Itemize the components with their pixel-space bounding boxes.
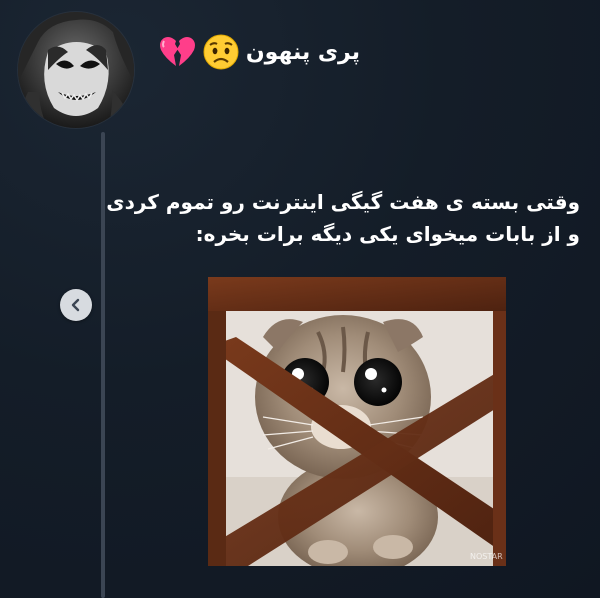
thread-connector-line xyxy=(101,132,105,598)
masked-character-avatar-icon xyxy=(18,12,134,128)
kitten-photo: NOSTAR xyxy=(208,277,506,566)
avatar[interactable] xyxy=(18,12,134,128)
photo-watermark: NOSTAR xyxy=(470,552,503,561)
author-display-name: پری پنهون xyxy=(245,39,360,65)
tweet-text: وقتی بسته ی هفت گیگی اینترنت رو تموم کرد… xyxy=(106,186,580,250)
chevron-left-icon xyxy=(71,298,80,312)
tweet-text-line-1: وقتی بسته ی هفت گیگی اینترنت رو تموم کرد… xyxy=(106,190,580,214)
back-button[interactable] xyxy=(60,289,92,321)
worried-face-icon xyxy=(202,33,240,71)
tweet-thread-view: پری پنهون وقتی بسته ی هفت گیگی اینترنت ر… xyxy=(0,0,600,598)
tweet-media-photo[interactable]: NOSTAR xyxy=(208,277,506,566)
tweet-text-line-2: و از بابات میخوای یکی دیگه برات بخره: xyxy=(195,222,580,246)
author-name-row[interactable]: پری پنهون xyxy=(158,30,360,74)
broken-heart-icon xyxy=(158,33,196,71)
